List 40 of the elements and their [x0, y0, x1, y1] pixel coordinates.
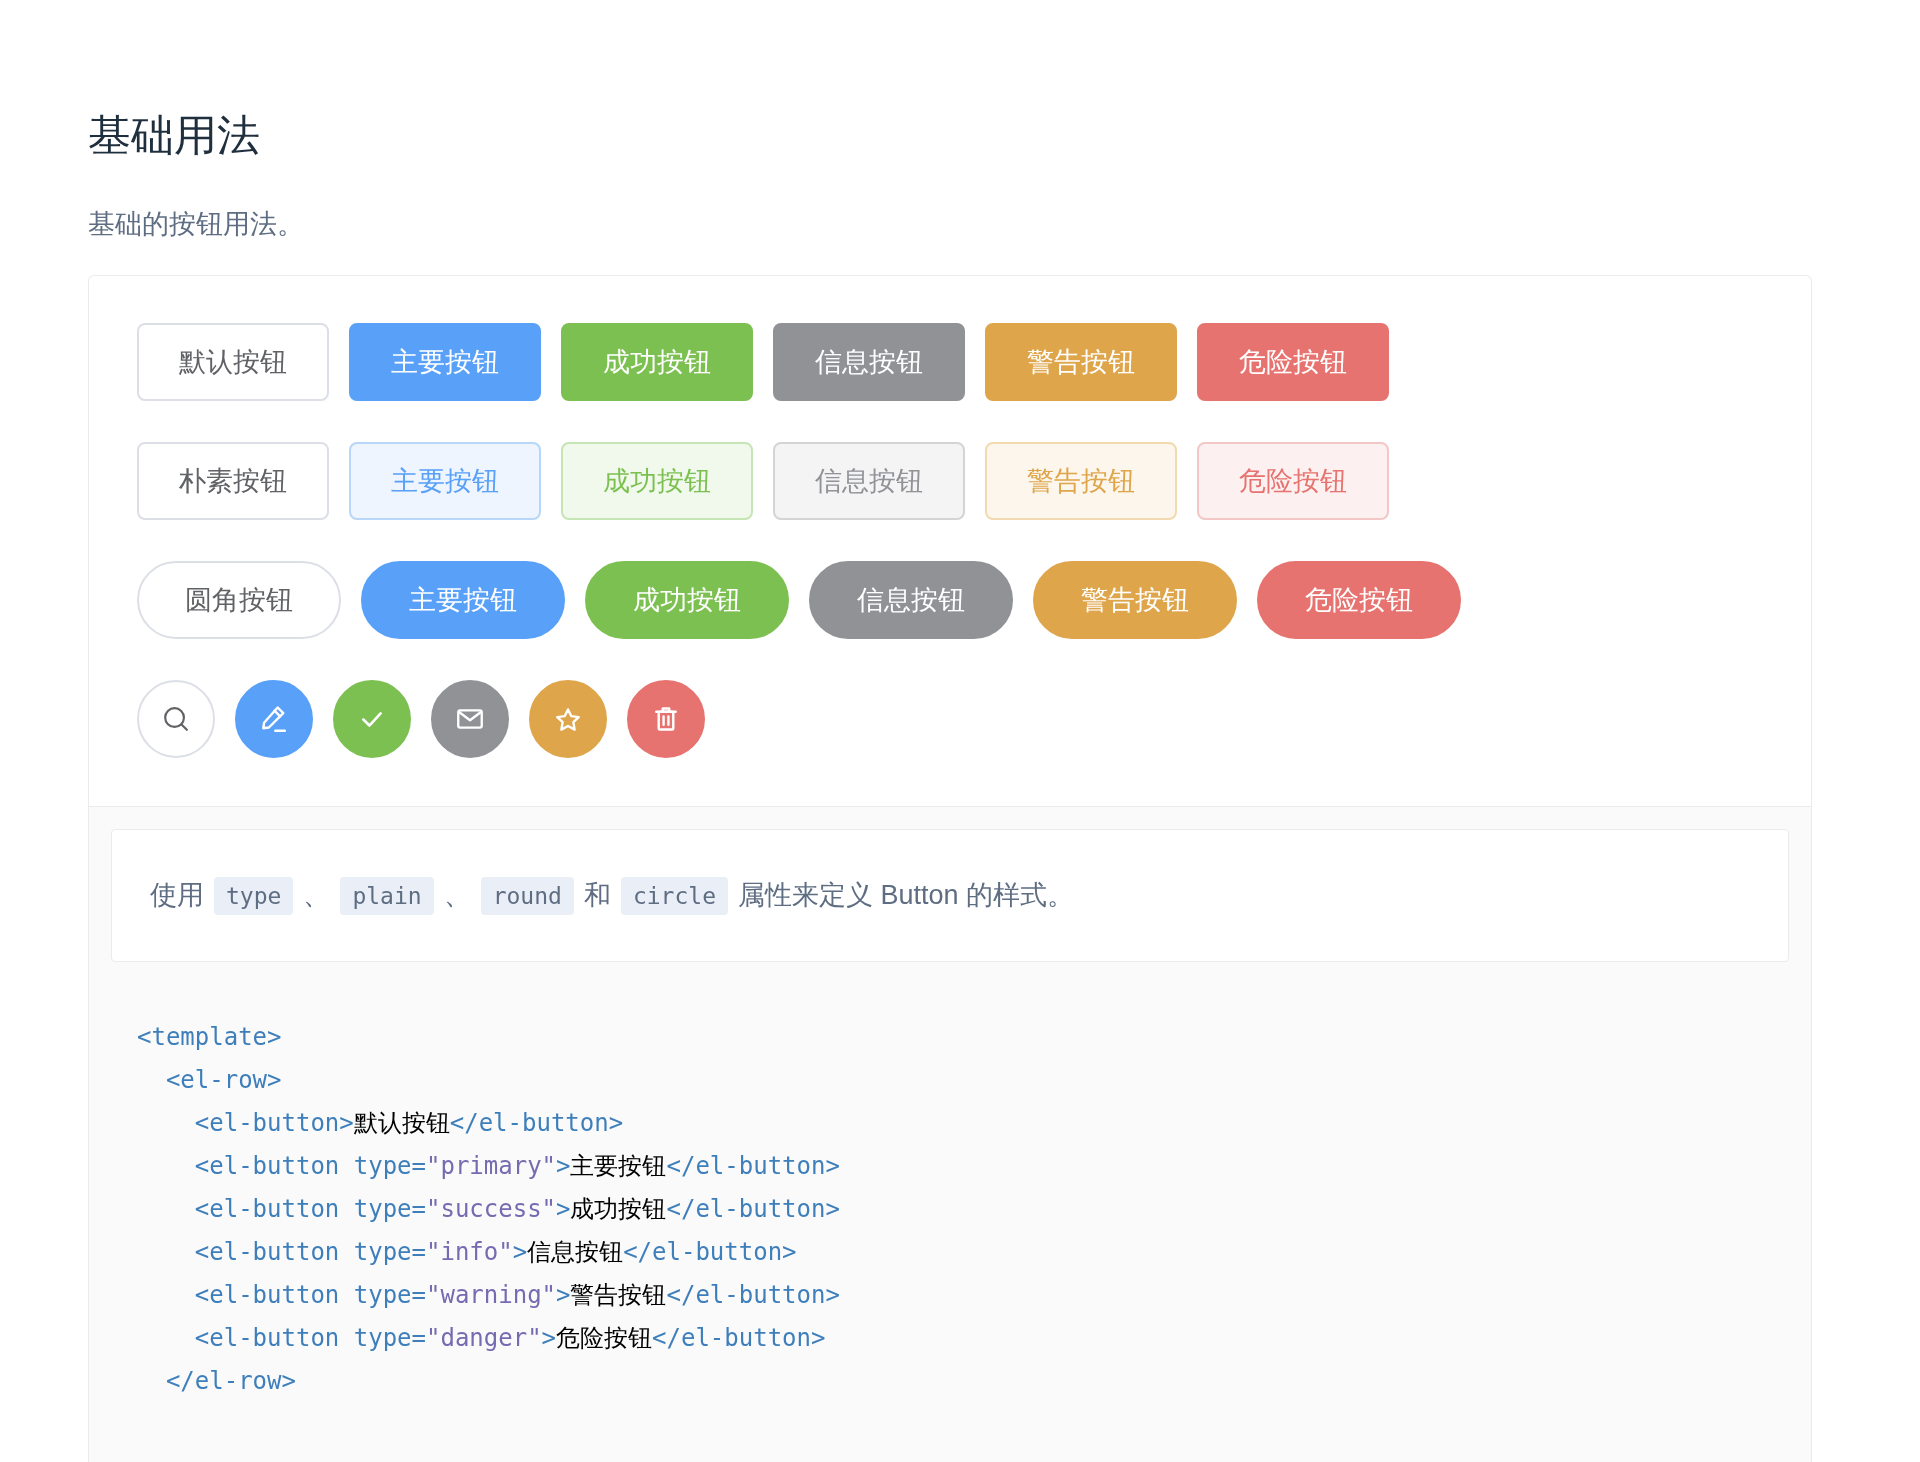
star-icon: [556, 707, 580, 731]
section-description: 基础的按钮用法。: [88, 208, 304, 241]
primary-button[interactable]: 主要按钮: [349, 442, 541, 520]
code-line: <el-button type="primary">主要按钮</el-button>: [194, 1151, 840, 1182]
code-line: <el-button>默认按钮</el-button>: [194, 1108, 624, 1139]
info-button[interactable]: 信息按钮: [773, 442, 965, 520]
inline-code: circle: [620, 877, 728, 915]
code-line: <template>: [137, 1022, 282, 1053]
check-icon: [362, 711, 382, 727]
warning-button[interactable]: 警告按钮: [985, 323, 1177, 401]
success-button[interactable]: 成功按钮: [561, 442, 753, 520]
section-title: 基础用法: [88, 110, 260, 161]
inline-code: plain: [340, 877, 434, 915]
default-button[interactable]: 圆角按钮: [137, 561, 341, 639]
default-button[interactable]: 默认按钮: [137, 323, 329, 401]
search-icon: [164, 707, 188, 731]
code-line: <el-button type="danger">危险按钮</el-button>: [194, 1323, 826, 1354]
success-button[interactable]: 成功按钮: [585, 561, 789, 639]
success-button[interactable]: 成功按钮: [561, 323, 753, 401]
inline-code: type: [214, 877, 294, 915]
primary-button[interactable]: 主要按钮: [349, 323, 541, 401]
envelope-icon: [457, 709, 483, 729]
inline-code: round: [480, 877, 574, 915]
code-line: </el-row>: [165, 1366, 296, 1397]
code-line: <el-button type="info">信息按钮</el-button>: [194, 1237, 797, 1268]
warning-button[interactable]: 警告按钮: [985, 442, 1177, 520]
trash-icon: [655, 707, 677, 731]
primary-button[interactable]: 主要按钮: [361, 561, 565, 639]
default-button[interactable]: 朴素按钮: [137, 442, 329, 520]
danger-button[interactable]: 危险按钮: [1257, 561, 1461, 639]
code-line: <el-row>: [165, 1065, 282, 1096]
info-button[interactable]: 信息按钮: [773, 323, 965, 401]
description-text: 使用 type 、 plain 、 round 和 circle 属性来定义 Button 的样式。: [150, 874, 1075, 917]
code-line: <el-button type="warning">警告按钮</el-button>: [194, 1280, 840, 1311]
warning-button[interactable]: 警告按钮: [1033, 561, 1237, 639]
code-line: <el-button type="success">成功按钮</el-button>: [194, 1194, 840, 1225]
pencil-icon: [262, 706, 286, 732]
danger-button[interactable]: 危险按钮: [1197, 442, 1389, 520]
info-button[interactable]: 信息按钮: [809, 561, 1013, 639]
danger-button[interactable]: 危险按钮: [1197, 323, 1389, 401]
